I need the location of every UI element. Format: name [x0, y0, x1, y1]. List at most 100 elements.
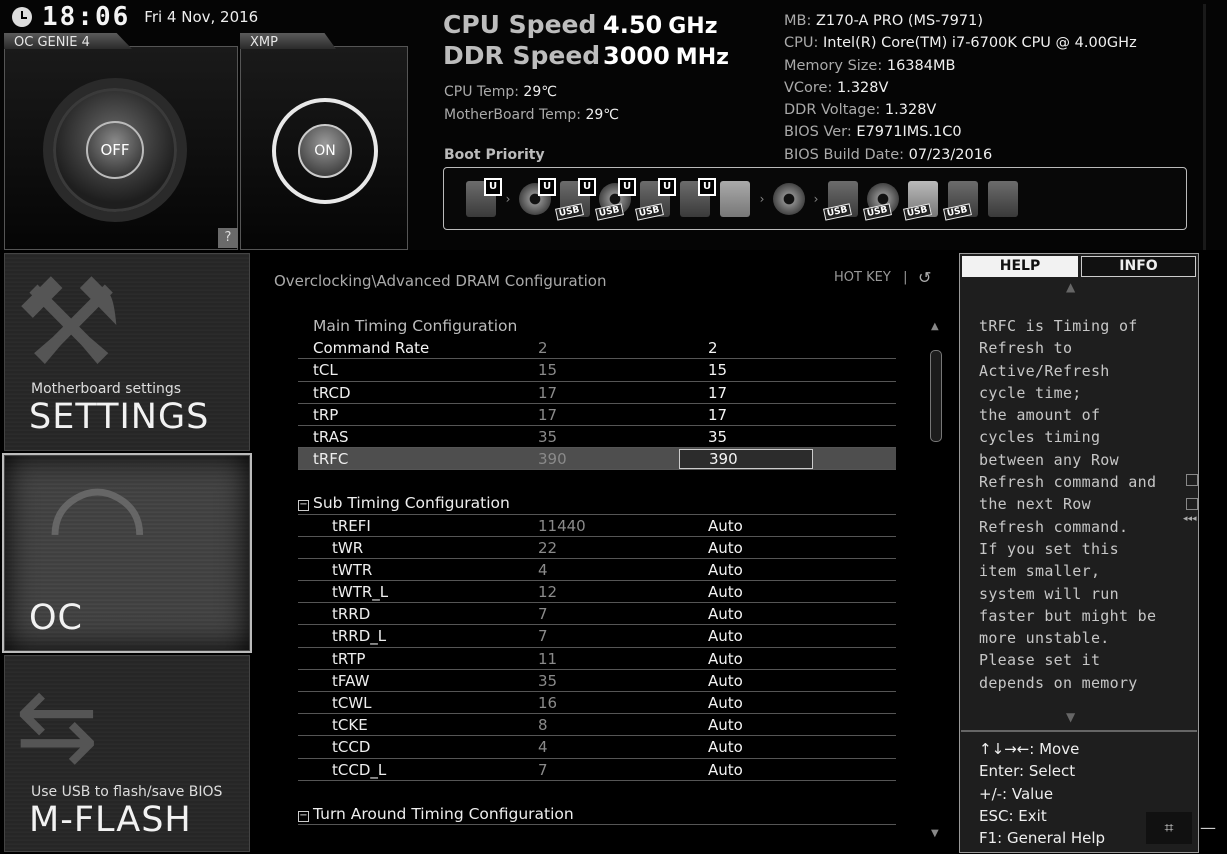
oc-genie-tab[interactable]: OC GENIE 4 — [4, 33, 132, 49]
timing-default: 16 — [538, 694, 558, 712]
oc-genie-toggle[interactable]: OFF — [86, 121, 144, 179]
cpu-speed-unit: GHz — [668, 14, 718, 39]
timing-row[interactable]: tRAS 35 35 — [298, 426, 896, 449]
timing-row[interactable]: tCCD_L 7 Auto — [298, 759, 896, 781]
boot-device-optical[interactable] — [770, 178, 808, 220]
timing-value[interactable]: 2 — [708, 337, 718, 359]
help-text-line: system will run — [979, 584, 1119, 603]
timing-row[interactable]: tRP 17 17 — [298, 404, 896, 426]
timing-value[interactable]: Auto — [708, 625, 743, 647]
boot-device-network[interactable] — [984, 178, 1022, 220]
timing-row[interactable]: tWTR 4 Auto — [298, 559, 896, 582]
tab-info[interactable]: INFO — [1081, 256, 1196, 277]
boot-device-usb-key[interactable]: USB — [903, 178, 942, 221]
sub-timing-title: Sub Timing Configuration — [313, 494, 510, 513]
boot-device-usb-hdd[interactable]: USB — [823, 178, 862, 221]
scroll-up-icon[interactable]: ▲ — [931, 321, 939, 332]
timing-value[interactable]: Auto — [708, 648, 743, 670]
boot-device-usb-cd-uefi[interactable]: U USB — [595, 177, 636, 221]
help-scroll-up-icon[interactable]: ▲ — [1066, 280, 1075, 294]
help-question-button[interactable]: ? — [218, 228, 238, 248]
sub-timing-group[interactable]: − Sub Timing Configuration — [298, 492, 896, 515]
sysinfo-row: CPU: Intel(R) Core(TM) i7-6700K CPU @ 4.… — [784, 32, 1137, 54]
timing-default: 4 — [538, 738, 548, 757]
side-arrows-icon[interactable]: ◂◂◂ — [1183, 514, 1197, 524]
turn-around-group[interactable]: − Turn Around Timing Configuration — [298, 803, 896, 825]
boot-device-usb-floppy[interactable]: USB — [943, 178, 982, 221]
hotkey-label[interactable]: HOT KEY — [834, 270, 891, 285]
timing-value[interactable]: Auto — [708, 736, 743, 758]
cpu-temp-value: 29℃ — [523, 84, 557, 100]
boot-arrow-icon: › — [505, 191, 511, 206]
sysinfo-row: DDR Voltage: 1.328V — [784, 99, 1137, 121]
boot-device-usb-hdd-uefi[interactable]: U USB — [555, 177, 596, 221]
timing-value[interactable]: 17 — [708, 382, 727, 404]
timing-row[interactable]: Command Rate 2 2 — [298, 337, 896, 360]
nav-oc[interactable]: ◠ OC — [4, 455, 250, 651]
scrollbar-thumb[interactable] — [930, 350, 942, 442]
timing-row[interactable]: tCL 15 15 — [298, 359, 896, 382]
timing-value[interactable]: Auto — [708, 714, 743, 736]
side-box-icon[interactable] — [1186, 474, 1198, 486]
boot-priority-bar: U › U U USB U USB U USB U › › USB USB USB U… — [443, 167, 1187, 230]
scroll-down-icon[interactable]: ▼ — [931, 828, 939, 839]
help-scroll-down-icon[interactable]: ▼ — [1066, 710, 1075, 724]
hotkey-area[interactable]: HOT KEY | — [834, 270, 908, 285]
timing-row[interactable]: tCCD 4 Auto — [298, 736, 896, 759]
timing-value[interactable]: Auto — [708, 515, 743, 537]
nav-mflash[interactable]: ⇆ Use USB to flash/save BIOS M-FLASH — [4, 655, 250, 852]
timing-row[interactable]: tCWL 16 Auto — [298, 692, 896, 715]
boot-device-hdd-uefi[interactable]: U — [462, 177, 502, 220]
timing-row[interactable]: tRRD_L 7 Auto — [298, 625, 896, 648]
nav-settings[interactable]: ⚒ Motherboard settings SETTINGS — [4, 253, 250, 451]
timing-value-input[interactable]: 390 — [679, 449, 813, 470]
timing-value[interactable]: Auto — [708, 537, 743, 559]
timing-row[interactable]: tRTP 11 Auto — [298, 648, 896, 670]
sysinfo-value: 16384MB — [886, 57, 956, 74]
clock-time: 18:06 — [42, 2, 131, 32]
boot-device-optical-uefi[interactable]: U — [516, 177, 556, 220]
timing-value[interactable]: 35 — [708, 426, 727, 448]
collapse-icon[interactable]: − — [298, 500, 309, 512]
timing-value[interactable]: Auto — [708, 759, 743, 781]
side-box-icon[interactable] — [1186, 498, 1198, 510]
timing-name: tCL — [313, 361, 338, 380]
timing-row[interactable]: tRRD 7 Auto — [298, 603, 896, 626]
timing-name: tRRD_L — [332, 627, 387, 646]
timing-value[interactable]: Auto — [708, 603, 743, 625]
collapse-icon[interactable]: − — [298, 810, 309, 822]
timing-name: tRTP — [332, 649, 366, 668]
tab-help[interactable]: HELP — [962, 256, 1078, 277]
boot-device-usb-floppy-uefi[interactable]: U — [676, 177, 716, 220]
boot-device-usb-cd[interactable]: USB — [863, 178, 902, 221]
timing-row[interactable]: tCKE 8 Auto — [298, 714, 896, 737]
xmp-toggle[interactable]: ON — [298, 124, 352, 178]
timing-row[interactable]: tWR 22 Auto — [298, 537, 896, 559]
sysinfo-row: BIOS Ver: E7971IMS.1C0 — [784, 121, 1137, 143]
back-icon[interactable]: ↺ — [918, 268, 931, 287]
timing-value[interactable]: 17 — [708, 404, 727, 426]
timing-row[interactable]: tREFI 11440 Auto — [298, 515, 896, 537]
help-text-line: the amount of — [979, 406, 1101, 425]
screenshot-icon[interactable]: ⌗ — [1146, 812, 1192, 844]
timing-row[interactable]: tRCD 17 17 — [298, 382, 896, 404]
minimize-icon[interactable]: — — [1200, 818, 1216, 837]
timing-value[interactable]: Auto — [708, 670, 743, 692]
timing-value[interactable]: Auto — [708, 559, 743, 581]
help-text-line: faster but might be — [979, 606, 1157, 625]
timing-row[interactable]: tFAW 35 Auto — [298, 670, 896, 692]
xmp-tab[interactable]: XMP — [240, 33, 336, 49]
timing-row[interactable]: tRFC 390 390 — [298, 448, 896, 471]
boot-device-hdd[interactable] — [716, 178, 754, 220]
help-text-line: the next Row — [979, 495, 1091, 514]
timing-value[interactable]: 15 — [708, 359, 727, 381]
timing-value[interactable]: Auto — [708, 692, 743, 714]
turn-around-title: Turn Around Timing Configuration — [313, 804, 574, 823]
sysinfo-label: VCore: — [784, 79, 833, 96]
timing-row[interactable]: tWTR_L 12 Auto — [298, 581, 896, 604]
timing-value[interactable]: Auto — [708, 581, 743, 603]
boot-device-usb-key-uefi[interactable]: U USB — [635, 177, 676, 221]
cpu-speed-label: CPU Speed — [443, 10, 597, 39]
boot-arrow-icon: › — [759, 191, 765, 206]
